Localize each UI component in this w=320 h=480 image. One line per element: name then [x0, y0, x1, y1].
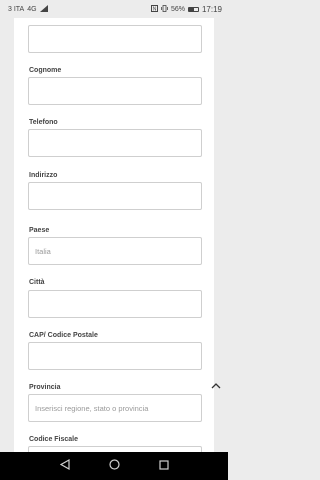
svg-text:N: N — [153, 6, 157, 12]
chevron-up-icon[interactable] — [208, 378, 224, 394]
input-nome[interactable] — [28, 25, 202, 53]
input-cap[interactable] — [28, 342, 202, 370]
field-label-indirizzo: Indirizzo — [29, 172, 58, 179]
recents-square-icon[interactable] — [158, 457, 169, 475]
input-paese-value: Italia — [35, 246, 51, 256]
input-paese[interactable]: Italia — [28, 237, 202, 265]
field-label-cap: CAP/ Codice Postale — [29, 332, 98, 339]
input-provincia[interactable]: Inserisci regione, stato o provincia — [28, 394, 202, 422]
input-citta[interactable] — [28, 290, 202, 318]
input-telefono[interactable] — [28, 129, 202, 157]
clock: 17:19 — [201, 4, 222, 14]
status-left: 3 ITA 4G — [8, 4, 48, 14]
field-label-provincia: Provincia — [29, 384, 61, 391]
back-triangle-icon[interactable] — [59, 457, 70, 475]
field-label-telefono: Telefono — [29, 119, 58, 126]
input-cognome[interactable] — [28, 77, 202, 105]
battery-percent: 56% — [170, 5, 185, 13]
field-label-paese: Paese — [29, 227, 50, 234]
nfc-icon: N — [150, 4, 158, 14]
network-label: 4G — [27, 5, 37, 13]
battery-icon — [187, 6, 199, 12]
form-card: Nome Cognome Telefono Indirizzo Paese It… — [14, 0, 214, 452]
field-label-cognome: Cognome — [29, 67, 62, 74]
input-provincia-value: Inserisci regione, stato o provincia — [35, 403, 149, 413]
status-bar: 3 ITA 4G N 56% 17:19 — [0, 0, 228, 18]
vibrate-icon — [161, 4, 168, 14]
carrier-label: 3 ITA — [8, 5, 25, 13]
input-indirizzo[interactable] — [28, 182, 202, 210]
home-circle-icon[interactable] — [108, 457, 120, 475]
field-label-codice-fiscale: Codice Fiscale — [29, 436, 79, 443]
navigation-bar — [0, 452, 228, 480]
status-right: N 56% 17:19 — [150, 4, 222, 14]
signal-icon — [39, 4, 48, 14]
field-label-citta: Città — [29, 279, 45, 286]
